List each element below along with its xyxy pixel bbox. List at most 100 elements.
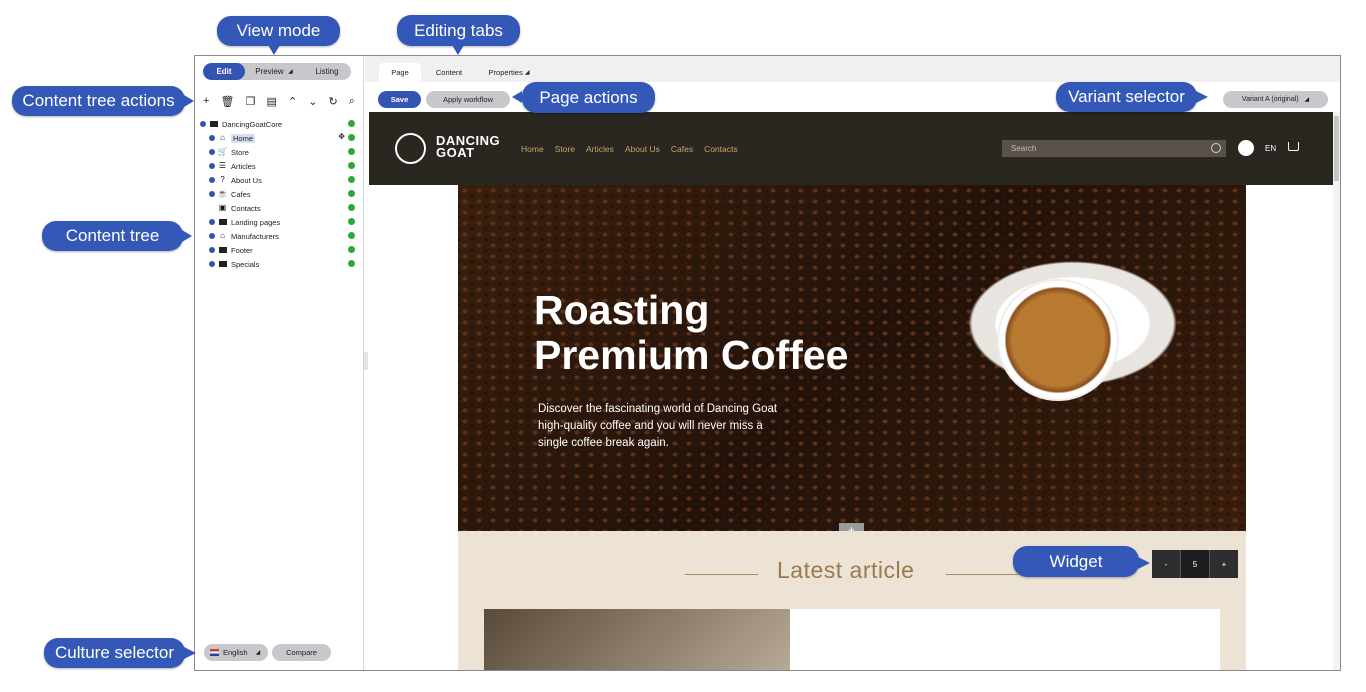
tree-item-about-us[interactable]: ? About Us bbox=[209, 173, 362, 187]
callout-variant-selector: Variant selector bbox=[1056, 82, 1197, 112]
nav-about-us[interactable]: About Us bbox=[625, 144, 660, 154]
callout-widget: Widget bbox=[1013, 546, 1139, 577]
move-icon[interactable]: ✥ bbox=[338, 132, 345, 141]
tree-item-footer[interactable]: Footer bbox=[209, 243, 362, 257]
callout-editing-tabs: Editing tabs bbox=[397, 15, 520, 46]
user-avatar-icon[interactable] bbox=[1238, 140, 1254, 156]
expand-icon[interactable] bbox=[209, 163, 215, 169]
nav-home[interactable]: Home bbox=[521, 144, 544, 154]
page-preview: DANCING GOAT Home Store Articles About Us… bbox=[369, 112, 1333, 670]
site-nav: Home Store Articles About Us Cafes Conta… bbox=[521, 144, 738, 154]
tree-item-home[interactable]: ⌂ Home ✥ bbox=[209, 131, 362, 145]
tab-properties-label: Properties bbox=[488, 68, 523, 77]
search-placeholder: Search bbox=[1011, 144, 1037, 153]
tree-item-specials[interactable]: Specials bbox=[209, 257, 362, 271]
dropdown-icon: ◢ bbox=[288, 69, 293, 75]
copy-icon[interactable]: ❐ bbox=[246, 95, 256, 108]
save-button[interactable]: Save bbox=[378, 91, 421, 108]
tree-item-store[interactable]: 🛒 Store bbox=[209, 145, 362, 159]
folder-icon bbox=[218, 260, 227, 268]
trash-icon[interactable]: 🗑 bbox=[221, 95, 235, 108]
add-icon[interactable]: + bbox=[203, 95, 209, 107]
published-status-icon bbox=[348, 148, 355, 155]
nav-articles[interactable]: Articles bbox=[586, 144, 614, 154]
view-mode-edit[interactable]: Edit bbox=[203, 63, 245, 80]
widget-count-control: - 5 + bbox=[1152, 550, 1238, 578]
hero-banner[interactable]: Roasting Premium Coffee Discover the fas… bbox=[458, 185, 1246, 531]
scrollbar-thumb[interactable] bbox=[1334, 116, 1339, 181]
latest-article-title: Latest article bbox=[777, 557, 915, 583]
published-status-icon bbox=[348, 162, 355, 169]
divider bbox=[946, 574, 1018, 575]
tree-children: ⌂ Home ✥ 🛒 Store ☰ Articles ? About Us ☕… bbox=[200, 131, 362, 271]
collapse-icon[interactable] bbox=[200, 121, 206, 127]
expand-icon[interactable] bbox=[209, 149, 215, 155]
apply-workflow-button[interactable]: Apply workflow bbox=[426, 91, 510, 108]
search-icon[interactable]: ⌕ bbox=[349, 95, 355, 108]
tab-page[interactable]: Page bbox=[379, 63, 421, 82]
preview-scrollbar[interactable] bbox=[1333, 112, 1340, 670]
tree-item-label: Footer bbox=[231, 245, 253, 255]
published-status-icon bbox=[348, 232, 355, 239]
nav-cafes[interactable]: Cafes bbox=[671, 144, 693, 154]
cart-icon[interactable] bbox=[1288, 142, 1299, 151]
view-mode-listing[interactable]: Listing bbox=[303, 63, 351, 80]
compare-button[interactable]: Compare bbox=[272, 644, 331, 661]
content-tree: DancingGoatCore ⌂ Home ✥ 🛒 Store ☰ Artic… bbox=[200, 117, 362, 271]
cart-icon: 🛒 bbox=[217, 147, 228, 156]
callout-content-tree-actions: Content tree actions bbox=[12, 86, 185, 116]
document-icon[interactable]: ▤ bbox=[266, 95, 276, 108]
article-card[interactable] bbox=[790, 609, 1220, 670]
callout-pointer bbox=[184, 95, 194, 107]
article-image[interactable] bbox=[484, 609, 790, 670]
variant-selector[interactable]: Variant A (original) ◢ bbox=[1223, 91, 1328, 108]
expand-icon[interactable] bbox=[209, 247, 215, 253]
nav-contacts[interactable]: Contacts bbox=[704, 144, 738, 154]
language-switch[interactable]: EN bbox=[1265, 144, 1276, 153]
published-status-icon bbox=[348, 120, 355, 127]
tab-content[interactable]: Content bbox=[423, 63, 475, 82]
site-search-input[interactable]: Search bbox=[1002, 140, 1226, 157]
culture-selector[interactable]: English ◢ bbox=[204, 644, 268, 661]
published-status-icon bbox=[348, 190, 355, 197]
published-status-icon bbox=[348, 176, 355, 183]
callout-culture-selector: Culture selector bbox=[44, 638, 185, 668]
search-icon[interactable] bbox=[1211, 143, 1221, 153]
tree-item-label: Contacts bbox=[231, 203, 261, 213]
chevron-up-icon[interactable]: ⌃ bbox=[288, 95, 297, 108]
tree-item-landing-pages[interactable]: Landing pages bbox=[209, 215, 362, 229]
view-mode-preview[interactable]: Preview ◢ bbox=[245, 63, 303, 80]
expand-icon[interactable] bbox=[209, 233, 215, 239]
question-icon: ? bbox=[220, 175, 225, 184]
dropdown-icon: ◢ bbox=[1304, 97, 1310, 103]
folder-icon bbox=[218, 218, 227, 226]
tree-root[interactable]: DancingGoatCore bbox=[200, 117, 362, 131]
chevron-down-icon[interactable]: ⌄ bbox=[308, 95, 317, 108]
tree-item-label: Landing pages bbox=[231, 217, 281, 227]
tree-item-label: Cafes bbox=[231, 189, 251, 199]
tree-item-articles[interactable]: ☰ Articles bbox=[209, 159, 362, 173]
tab-properties[interactable]: Properties ◢ bbox=[481, 63, 537, 82]
goat-logo-icon[interactable] bbox=[395, 133, 426, 164]
published-status-icon bbox=[348, 134, 355, 141]
increment-button[interactable]: + bbox=[1210, 550, 1238, 578]
coffee-cup-image bbox=[997, 279, 1119, 401]
decrement-button[interactable]: - bbox=[1152, 550, 1181, 578]
expand-icon[interactable] bbox=[209, 219, 215, 225]
nav-store[interactable]: Store bbox=[555, 144, 575, 154]
callout-pointer bbox=[1196, 91, 1208, 103]
refresh-icon[interactable]: ↻ bbox=[329, 95, 338, 108]
site-logo-text[interactable]: DANCING GOAT bbox=[436, 134, 500, 159]
hero-text: Discover the fascinating world of Dancin… bbox=[538, 403, 778, 449]
expand-icon[interactable] bbox=[209, 191, 215, 197]
published-status-icon bbox=[348, 246, 355, 253]
tree-item-cafes[interactable]: ☕ Cafes bbox=[209, 187, 362, 201]
expand-icon[interactable] bbox=[209, 135, 215, 141]
expand-icon[interactable] bbox=[209, 177, 215, 183]
variant-label: Variant A (original) bbox=[1241, 96, 1299, 103]
tree-item-manufacturers[interactable]: ⌂ Manufacturers bbox=[209, 229, 362, 243]
dropdown-icon: ◢ bbox=[255, 650, 261, 656]
culture-label: English bbox=[223, 648, 248, 657]
tree-item-contacts[interactable]: ▣ Contacts bbox=[209, 201, 362, 215]
expand-icon[interactable] bbox=[209, 261, 215, 267]
